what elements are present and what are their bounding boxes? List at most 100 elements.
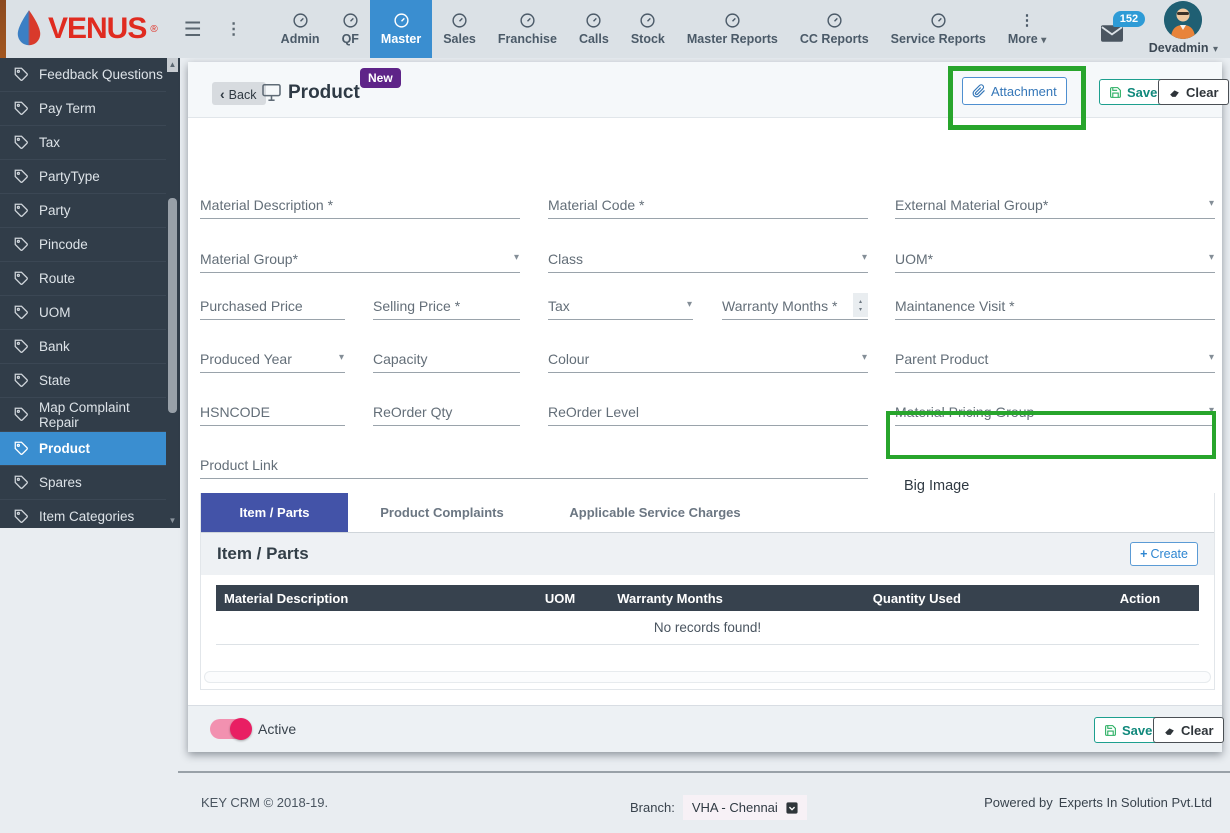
nav-item-master[interactable]: Master [370, 0, 432, 58]
field-class[interactable]: Class▾ [548, 243, 868, 273]
field-tax[interactable]: Tax▾ [548, 290, 693, 320]
field-material-code[interactable]: Material Code * [548, 189, 868, 219]
sidebar-item-product[interactable]: Product [0, 432, 166, 466]
field-parent-product[interactable]: Parent Product▾ [895, 343, 1215, 373]
active-toggle[interactable] [210, 719, 249, 739]
field-selling-price[interactable]: Selling Price * [373, 290, 520, 320]
tag-icon [14, 169, 29, 184]
sidebar-item-partytype[interactable]: PartyType [0, 160, 166, 194]
create-button[interactable]: +Create [1130, 542, 1198, 566]
scroll-up-icon[interactable]: ▲ [167, 58, 178, 72]
nav-item-franchise[interactable]: Franchise [487, 0, 568, 58]
user-menu[interactable]: Devadmin ▾ [1149, 1, 1218, 57]
sidebar: Feedback Questions Pay Term Tax PartyTyp… [0, 58, 180, 528]
horizontal-scrollbar[interactable] [204, 671, 1211, 683]
sidebar-item-bank[interactable]: Bank [0, 330, 166, 364]
clear-button-bottom[interactable]: Clear [1153, 717, 1224, 743]
field-produced-year[interactable]: Produced Year▾ [200, 343, 345, 373]
page-title: Product [288, 82, 360, 104]
field-maintanence-visit[interactable]: Maintanence Visit * [895, 290, 1215, 320]
tag-icon [14, 101, 29, 116]
sidebar-item-pincode[interactable]: Pincode [0, 228, 166, 262]
sidebar-item-map-complaint-repair[interactable]: Map Complaint Repair [0, 398, 166, 432]
more-dots-icon: ⋮ [1020, 12, 1035, 29]
hamburger-menu-icon[interactable]: ☰ [172, 17, 214, 42]
sidebar-item-item-categories[interactable]: Item Categories [0, 500, 166, 528]
tab-item-parts[interactable]: Item / Parts [201, 493, 348, 532]
sidebar-item-pay-term[interactable]: Pay Term [0, 92, 166, 126]
logo-text: VENUS [48, 12, 146, 46]
nav-item-cc-reports[interactable]: CC Reports [789, 0, 880, 58]
field-colour[interactable]: Colour▾ [548, 343, 868, 373]
field-product-link[interactable]: Product Link [200, 449, 868, 479]
sidebar-item-party[interactable]: Party [0, 194, 166, 228]
venus-drop-icon [14, 9, 44, 49]
big-image-label: Big Image [904, 478, 969, 494]
column-material-description: Material Description [216, 591, 511, 606]
tag-icon [14, 407, 29, 422]
back-button[interactable]: ‹Back [212, 82, 266, 105]
field-external-material-group[interactable]: External Material Group*▾ [895, 189, 1215, 219]
bottom-action-bar: Active Save Clear [188, 705, 1222, 752]
mail-button[interactable]: 152 [1101, 25, 1123, 47]
user-name: Devadmin [1149, 41, 1209, 55]
plus-icon: + [1140, 547, 1147, 561]
item-parts-table: Material Description UOM Warranty Months… [216, 585, 1199, 645]
gauge-icon [393, 12, 410, 29]
item-parts-section-header: Item / Parts +Create [201, 533, 1214, 575]
field-material-description[interactable]: Material Description * [200, 189, 520, 219]
toggle-knob [230, 718, 252, 740]
gauge-icon [292, 12, 309, 29]
tag-icon [14, 203, 29, 218]
gauge-icon [639, 12, 656, 29]
sidebar-item-tax[interactable]: Tax [0, 126, 166, 160]
field-material-pricing-group[interactable]: Material Pricing Group▾ [895, 396, 1215, 426]
nav-item-admin[interactable]: Admin [270, 0, 331, 58]
venus-logo[interactable]: VENUS ® [6, 9, 172, 49]
sidebar-item-spares[interactable]: Spares [0, 466, 166, 500]
kebab-menu-icon[interactable]: ⋮ [214, 19, 254, 39]
company-name: Experts In Solution Pvt.Ltd [1059, 795, 1212, 810]
number-spinner[interactable]: ▴▾ [853, 293, 868, 317]
new-badge: New [360, 68, 401, 88]
nav-item-master-reports[interactable]: Master Reports [676, 0, 789, 58]
sidebar-item-uom[interactable]: UOM [0, 296, 166, 330]
empty-state-text: No records found! [216, 611, 1199, 645]
copyright-text: KEY CRM © 2018-19. [201, 795, 328, 810]
chevron-down-icon: ▾ [1213, 44, 1218, 55]
sidebar-item-route[interactable]: Route [0, 262, 166, 296]
tab-product-complaints[interactable]: Product Complaints [348, 493, 536, 532]
sidebar-item-feedback-questions[interactable]: Feedback Questions [0, 58, 166, 92]
clear-button[interactable]: Clear [1158, 79, 1229, 105]
tab-bar: Item / Parts Product Complaints Applicab… [201, 493, 1214, 533]
field-uom[interactable]: UOM*▾ [895, 243, 1215, 273]
nav-item-more[interactable]: ⋮ More ▾ [997, 0, 1057, 58]
attachment-button[interactable]: Attachment [962, 77, 1067, 105]
field-reorder-level[interactable]: ReOrder Level [548, 396, 868, 426]
branch-label: Branch: [630, 800, 675, 815]
eraser-icon [1168, 86, 1181, 99]
gauge-icon [724, 12, 741, 29]
nav-item-stock[interactable]: Stock [620, 0, 676, 58]
tab-applicable-service-charges[interactable]: Applicable Service Charges [536, 493, 774, 532]
nav-item-service-reports[interactable]: Service Reports [880, 0, 997, 58]
field-warranty-months[interactable]: Warranty Months *▴▾ [722, 290, 868, 320]
nav-item-calls[interactable]: Calls [568, 0, 620, 58]
save-icon [1104, 724, 1117, 737]
field-reorder-qty[interactable]: ReOrder Qty [373, 396, 520, 426]
scroll-down-icon[interactable]: ▼ [167, 514, 178, 528]
sidebar-scrollbar[interactable]: ▲ ▼ [167, 58, 178, 528]
back-chevron-icon: ‹ [220, 86, 225, 102]
gauge-icon [585, 12, 602, 29]
field-hsncode[interactable]: HSNCODE [200, 396, 345, 426]
nav-item-qf[interactable]: QF [331, 0, 370, 58]
table-header-row: Material Description UOM Warranty Months… [216, 585, 1199, 611]
nav-item-sales[interactable]: Sales [432, 0, 487, 58]
monitor-icon [262, 84, 281, 101]
sidebar-item-state[interactable]: State [0, 364, 166, 398]
branch-dropdown[interactable]: VHA - Chennai [683, 795, 807, 820]
field-material-group[interactable]: Material Group*▾ [200, 243, 520, 273]
field-purchased-price[interactable]: Purchased Price [200, 290, 345, 320]
scrollbar-thumb[interactable] [168, 198, 177, 413]
field-capacity[interactable]: Capacity [373, 343, 520, 373]
